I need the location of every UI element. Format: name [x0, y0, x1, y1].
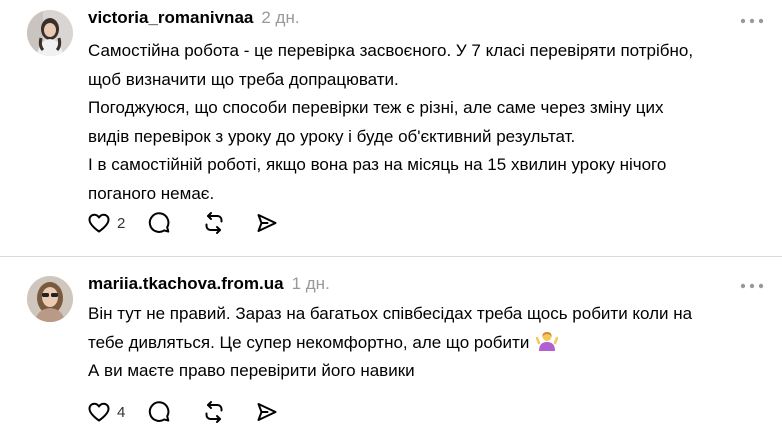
like-count: 2	[117, 214, 126, 232]
post-text-line: щоб визначити що треба допрацювати.	[88, 69, 399, 89]
avatar[interactable]	[27, 276, 73, 322]
username[interactable]: victoria_romanivnaa	[88, 8, 253, 28]
post-body: Самостійна робота - це перевірка засвоєн…	[88, 37, 768, 208]
repost-button[interactable]	[201, 399, 227, 425]
post-text-line: Він тут не правий. Зараз на багатьох спі…	[88, 304, 693, 323]
post-text-line: видів перевірок з уроку до уроку і буде …	[88, 126, 576, 146]
repost-button[interactable]	[201, 210, 227, 236]
send-arrow-icon	[254, 210, 280, 236]
post-text-line: тебе дивляться. Це супер некомфортно, ал…	[88, 329, 768, 358]
post-actions: 2	[86, 209, 280, 237]
thread-post: mariia.tkachova.from.ua 1 дн. Він тут не…	[0, 257, 782, 438]
post-text-line: Погоджуюся, що способи перевірки теж є р…	[88, 98, 664, 117]
like-count: 4	[117, 403, 126, 421]
post-header: mariia.tkachova.from.ua 1 дн.	[88, 274, 330, 298]
post-text-line: А ви маєте право перевірити його навики	[88, 361, 415, 380]
post-time[interactable]: 1 дн.	[292, 274, 330, 294]
post-actions: 4	[86, 398, 280, 426]
like-button[interactable]: 2	[86, 210, 139, 236]
post-text-line: поганого немає.	[88, 183, 215, 203]
comment-bubble-icon	[146, 399, 172, 425]
repost-arrows-icon	[201, 210, 227, 236]
heart-icon	[86, 210, 112, 236]
comment-bubble-icon	[146, 210, 172, 236]
like-button[interactable]: 4	[86, 399, 139, 425]
post-body: Він тут не правий. Зараз на багатьох спі…	[88, 300, 768, 386]
repost-arrows-icon	[201, 399, 227, 425]
reply-button[interactable]	[146, 210, 172, 236]
person-shrugging-emoji	[535, 330, 559, 352]
reply-button[interactable]	[146, 399, 172, 425]
more-icon[interactable]	[739, 278, 765, 294]
heart-icon	[86, 399, 112, 425]
send-arrow-icon	[254, 399, 280, 425]
post-text-line: Самостійна робота - це перевірка засвоєн…	[88, 41, 694, 60]
more-icon[interactable]	[739, 13, 765, 29]
username[interactable]: mariia.tkachova.from.ua	[88, 274, 284, 294]
post-text-line: І в самостійній роботі, якщо вона раз на…	[88, 155, 667, 174]
avatar[interactable]	[27, 10, 73, 56]
share-button[interactable]	[254, 399, 280, 425]
share-button[interactable]	[254, 210, 280, 236]
post-text-segment: тебе дивляться. Це супер некомфортно, ал…	[88, 332, 530, 352]
post-header: victoria_romanivnaa 2 дн.	[88, 8, 300, 32]
thread-post: victoria_romanivnaa 2 дн. Самостійна роб…	[0, 0, 782, 256]
post-time[interactable]: 2 дн.	[261, 8, 299, 28]
